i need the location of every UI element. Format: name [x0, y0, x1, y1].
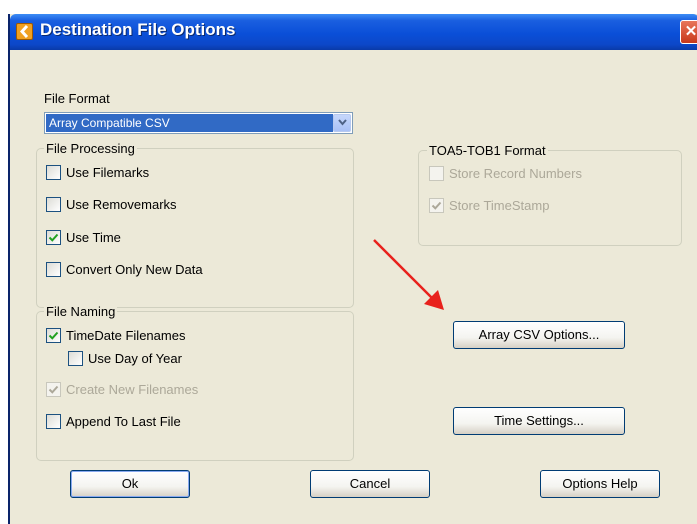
checkbox-label: Store Record Numbers [449, 166, 582, 181]
file-processing-legend: File Processing [44, 141, 137, 156]
checkbox-box[interactable] [68, 351, 83, 366]
file-format-label: File Format [44, 91, 110, 106]
checkbox-label: Store TimeStamp [449, 198, 550, 213]
checkbox-box[interactable] [429, 166, 444, 181]
checkbox-box[interactable] [429, 198, 444, 213]
checkbox-box[interactable] [46, 262, 61, 277]
window-title: Destination File Options [40, 20, 236, 39]
close-icon: ✕ [684, 23, 697, 40]
app-icon [16, 23, 33, 40]
title-bar[interactable]: Destination File Options ✕ [10, 14, 697, 50]
close-button[interactable]: ✕ [680, 20, 697, 44]
checkbox-label: TimeDate Filenames [66, 328, 186, 343]
checkbox-box[interactable] [46, 230, 61, 245]
checkbox-label: Use Filemarks [66, 165, 150, 180]
create-new-filenames-checkbox[interactable]: Create New Filenames [46, 381, 266, 399]
file-format-selected-value: Array Compatible CSV [46, 114, 333, 132]
array-csv-options-button[interactable]: Array CSV Options... [453, 321, 625, 349]
options-help-button[interactable]: Options Help [540, 470, 660, 498]
check-icon [431, 201, 442, 210]
file-naming-legend: File Naming [44, 304, 118, 319]
check-icon [48, 331, 59, 340]
checkbox-label: Convert Only New Data [66, 262, 203, 277]
toa5-tob1-format-legend: TOA5-TOB1 Format [427, 143, 548, 158]
checkbox-box[interactable] [46, 165, 61, 180]
convert-only-new-data-checkbox[interactable]: Convert Only New Data [46, 261, 266, 279]
chevron-down-icon[interactable] [333, 114, 351, 132]
store-timestamp-checkbox[interactable]: Store TimeStamp [429, 197, 629, 215]
destination-file-options-dialog: Destination File Options ✕ File Format A… [8, 14, 697, 524]
checkbox-box[interactable] [46, 197, 61, 212]
checkbox-label: Use Removemarks [66, 197, 177, 212]
checkbox-label: Use Day of Year [88, 351, 182, 366]
use-removemarks-checkbox[interactable]: Use Removemarks [46, 196, 246, 214]
use-filemarks-checkbox[interactable]: Use Filemarks [46, 164, 246, 182]
checkbox-label: Append To Last File [66, 414, 181, 429]
checkbox-box[interactable] [46, 328, 61, 343]
store-record-numbers-checkbox[interactable]: Store Record Numbers [429, 165, 629, 183]
use-day-of-year-checkbox[interactable]: Use Day of Year [68, 350, 248, 368]
use-time-checkbox[interactable]: Use Time [46, 229, 246, 247]
checkbox-label: Create New Filenames [66, 382, 199, 397]
check-icon [48, 385, 59, 394]
ok-button[interactable]: Ok [70, 470, 190, 498]
time-settings-button[interactable]: Time Settings... [453, 407, 625, 435]
checkbox-box[interactable] [46, 382, 61, 397]
red-arrow-annotation [373, 239, 444, 310]
timedate-filenames-checkbox[interactable]: TimeDate Filenames [46, 327, 246, 345]
checkbox-box[interactable] [46, 414, 61, 429]
cancel-button[interactable]: Cancel [310, 470, 430, 498]
checkbox-label: Use Time [66, 230, 121, 245]
check-icon [48, 233, 59, 242]
append-to-last-file-checkbox[interactable]: Append To Last File [46, 413, 266, 431]
file-format-select[interactable]: Array Compatible CSV [44, 112, 353, 134]
